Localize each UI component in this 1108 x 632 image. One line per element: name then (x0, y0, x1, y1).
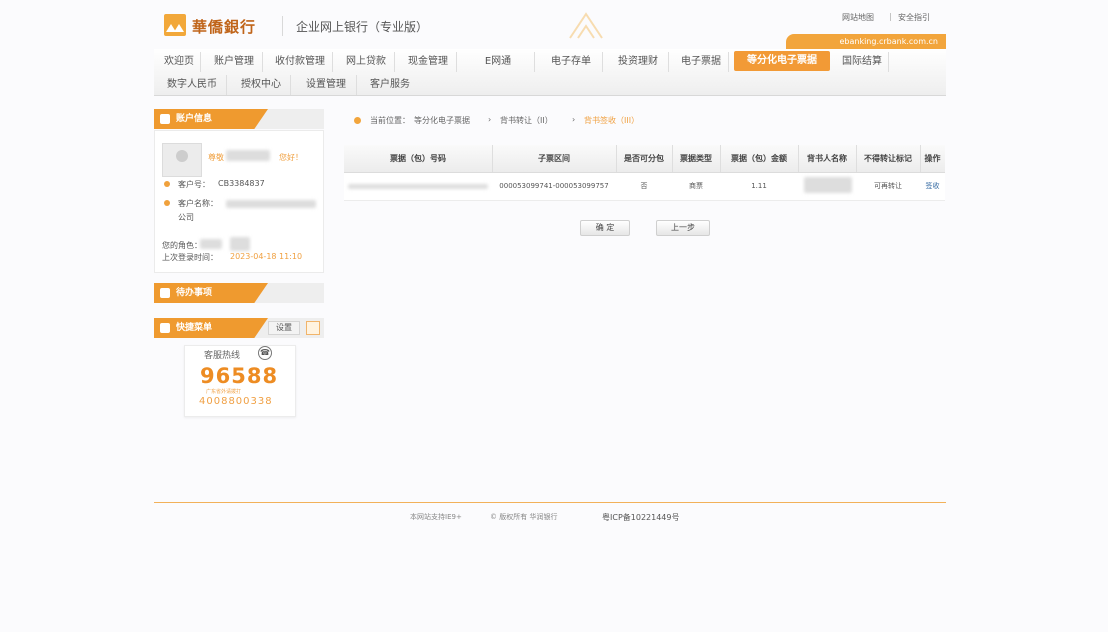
col-sub-range: 子票区间 (492, 145, 617, 172)
nav-settings-mgmt[interactable]: 设置管理 (296, 75, 357, 95)
shortcut-panel-tab: 快捷菜单 (154, 318, 268, 338)
breadcrumb-label: 当前位置： (370, 116, 410, 125)
col-no-transfer: 不得转让标记 (856, 145, 921, 172)
header-divider (282, 16, 283, 36)
customer-name-tail: 公司 (178, 213, 194, 222)
masked-role-extra (230, 237, 250, 251)
col-bill-no: 票据（包）号码 (344, 145, 493, 172)
system-title: 企业网上银行（专业版） (296, 20, 429, 34)
phone-icon: ☎ (258, 346, 272, 360)
col-amount: 票据（包）金额 (720, 145, 799, 172)
customer-no-label: 客户号： (178, 180, 210, 189)
message-icon (160, 288, 170, 298)
expand-icon[interactable] (306, 321, 320, 335)
col-endorser: 背书人名称 (798, 145, 857, 172)
copyright: © 版权所有 华润银行 (490, 513, 558, 521)
masked-customer-name (226, 200, 316, 208)
nav-e-deposit[interactable]: 电子存单 (540, 52, 603, 72)
cell-sub-range: 000053099741-000053099757 (499, 182, 609, 190)
todo-panel-header: 待办事项 (154, 283, 324, 303)
nav-online-loan[interactable]: 网上贷款 (338, 52, 395, 72)
col-bill-type: 票据类型 (672, 145, 721, 172)
domain-tag: ebanking.crbank.com.cn (786, 34, 946, 49)
bank-logo-icon (164, 14, 186, 36)
masked-bill-no (348, 184, 488, 189)
cell-bill-type: 商票 (689, 182, 703, 190)
nav-auth-center[interactable]: 授权中心 (232, 75, 291, 95)
cell-amount: 1.11 (751, 182, 767, 190)
customer-no: CB3384837 (218, 179, 265, 188)
nav-e-bill[interactable]: 电子票据 (674, 52, 729, 72)
col-action: 操作 (924, 154, 941, 163)
masked-endorser (804, 177, 852, 193)
todo-panel-tab[interactable]: 待办事项 (154, 283, 268, 303)
greeting-prefix: 尊敬 (208, 153, 224, 162)
nav-cash-mgmt[interactable]: 现金管理 (400, 52, 457, 72)
account-panel-title: 账户信息 (176, 114, 213, 124)
nav-split-e-bill[interactable]: 等分化电子票据 (734, 51, 830, 71)
todo-panel-title: 待办事项 (176, 288, 213, 298)
shortcut-panel-header: 快捷菜单 设置 (154, 318, 324, 338)
breadcrumb-item[interactable]: 等分化电子票据 (414, 115, 470, 126)
avatar (162, 143, 202, 177)
breadcrumb-separator: › (488, 115, 492, 124)
nav-customer-service[interactable]: 客户服务 (362, 75, 418, 95)
shortcut-panel-title: 快捷菜单 (176, 323, 213, 333)
icp-record[interactable]: 粤ICP备10221449号 (602, 512, 680, 523)
main-nav: 欢迎页 账户管理 收付款管理 网上贷款 现金管理 E网通 电子存单 投资理财 电… (154, 49, 946, 96)
bank-name: 華僑銀行 (192, 18, 257, 36)
hotline-alt-number: 4008800338 (199, 396, 273, 407)
role-label: 您的角色： (162, 241, 202, 250)
nav-payment-mgmt[interactable]: 收付款管理 (268, 52, 333, 72)
customer-name-label: 客户名称： (178, 199, 218, 208)
site-map-link[interactable]: 网站地图 (842, 12, 874, 23)
account-panel-tab: 账户信息 (154, 109, 268, 129)
last-login-time: 2023-04-18 11:10 (230, 252, 303, 261)
breadcrumb-icon (354, 117, 361, 124)
browser-tip: 本网站支持IE9+ (410, 513, 462, 521)
nav-account-mgmt[interactable]: 账户管理 (206, 52, 263, 72)
nav-welcome[interactable]: 欢迎页 (158, 52, 201, 72)
breadcrumb-current: 背书签收（III） (584, 116, 640, 125)
nav-intl-settlement[interactable]: 国际结算 (836, 52, 889, 72)
greeting-suffix: 您好！ (279, 153, 303, 162)
hotline-label: 客服热线 (204, 351, 241, 361)
shortcut-icon (160, 323, 170, 333)
hotline-note: 广东省外请拨打 (206, 389, 242, 395)
col-divisible: 是否可分包 (616, 145, 673, 172)
hotline-number: 96588 (200, 364, 279, 388)
cell-divisible: 否 (640, 182, 648, 190)
confirm-button[interactable]: 确 定 (580, 220, 630, 236)
nav-investment[interactable]: 投资理财 (608, 52, 669, 72)
masked-role (200, 239, 222, 249)
sign-action-link[interactable]: 签收 (920, 173, 945, 200)
breadcrumb-item[interactable]: 背书转让（II） (500, 115, 553, 126)
link-separator: | (889, 12, 892, 21)
nav-e-tong[interactable]: E网通 (462, 52, 535, 72)
back-button[interactable]: 上一步 (656, 220, 710, 236)
user-icon (160, 114, 170, 124)
breadcrumb-separator: › (572, 115, 576, 124)
bullet-icon (164, 200, 170, 206)
nav-digital-rmb[interactable]: 数字人民币 (158, 75, 227, 95)
cell-no-transfer: 可再转让 (874, 182, 902, 190)
last-login-label: 上次登录时间： (162, 253, 218, 262)
security-guide-link[interactable]: 安全指引 (898, 12, 930, 23)
masked-username (226, 150, 270, 161)
account-panel-header: 账户信息 (154, 109, 324, 129)
shortcut-settings-button[interactable]: 设置 (268, 321, 300, 335)
footer-divider (154, 502, 946, 503)
decorative-triangle-icon (569, 12, 603, 39)
bullet-icon (164, 181, 170, 187)
